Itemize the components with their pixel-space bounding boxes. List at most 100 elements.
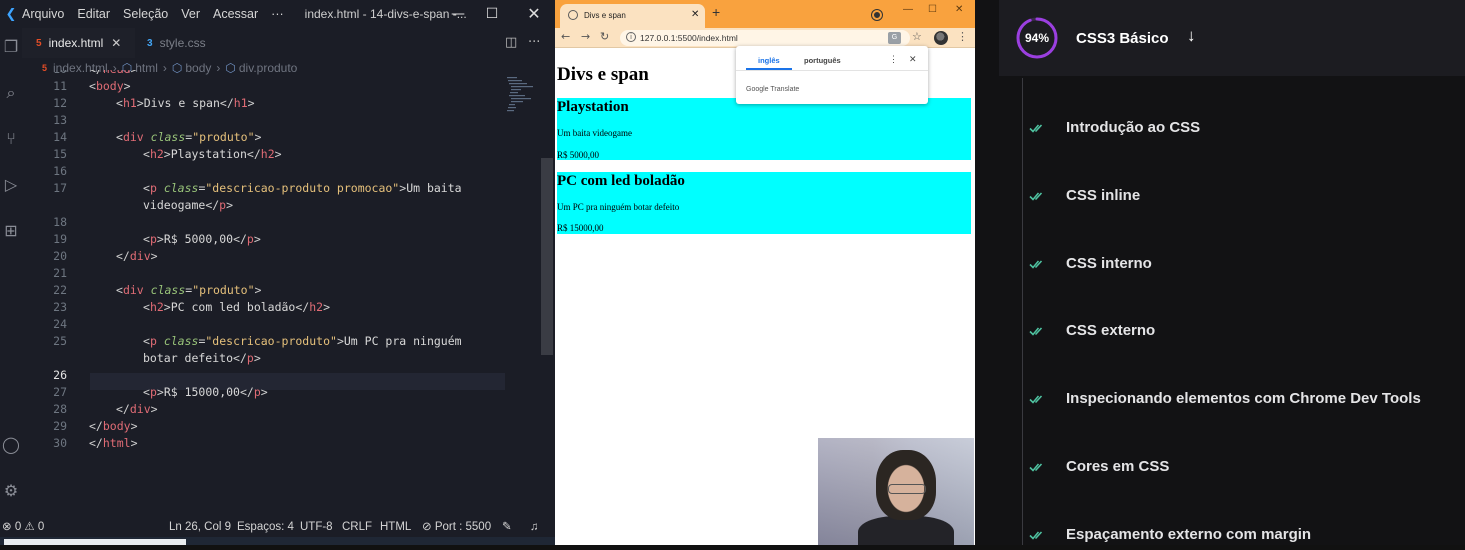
translate-source-language[interactable]: inglês [758, 56, 780, 65]
tab-index-html[interactable]: 5 index.html ✕ [22, 28, 135, 58]
code-line[interactable]: 29 </body> [22, 418, 502, 435]
translate-options-icon[interactable]: ⋮ [889, 54, 898, 65]
code-text: <h2>PC com led boladão</h2> [143, 300, 331, 314]
menu-ver[interactable]: Ver [181, 7, 200, 21]
lesson-item[interactable]: Inspecionando elementos com Chrome Dev T… [999, 384, 1465, 414]
code-text: <p>R$ 15000,00</p> [143, 385, 268, 399]
code-line[interactable]: videogame</p> [22, 197, 502, 214]
menu-selecao[interactable]: Seleção [123, 7, 168, 21]
feedback-icon[interactable]: ✎ [502, 518, 512, 536]
webcam-overlay [818, 438, 974, 545]
menu-editar[interactable]: Editar [77, 7, 110, 21]
code-line[interactable]: 15 <h2>Playstation</h2> [22, 146, 502, 163]
code-editor[interactable]: 10</head>11<body>12<h1>Divs e span</h1>1… [22, 70, 540, 518]
code-line[interactable]: 16 [22, 163, 502, 180]
code-line[interactable]: 22 <div class="produto"> [22, 282, 502, 299]
code-line[interactable]: 20 </div> [22, 248, 502, 265]
more-actions-icon[interactable]: ··· [528, 28, 540, 58]
code-line[interactable]: 24 [22, 316, 502, 333]
code-line[interactable]: 12 <h1>Divs e span</h1> [22, 95, 502, 112]
menu-acessar[interactable]: Acessar [213, 7, 258, 21]
recording-icon[interactable] [872, 10, 882, 20]
split-editor-icon[interactable]: ◫ [505, 28, 517, 58]
profile-avatar[interactable] [934, 31, 948, 45]
course-title: CSS3 Básico [1076, 30, 1169, 47]
close-window-icon[interactable]: ✕ [516, 0, 552, 28]
translate-icon[interactable]: G [888, 32, 901, 44]
live-server-port[interactable]: ⊘ Port : 5500 [422, 518, 491, 536]
source-control-icon[interactable]: ⑂ [0, 124, 22, 154]
account-icon[interactable]: ◯ [0, 430, 22, 460]
code-line[interactable]: 19 <p>R$ 5000,00</p> [22, 231, 502, 248]
course-header[interactable]: 94% CSS3 Básico ↓ [999, 0, 1465, 76]
product-price: R$ 15000,00 [557, 223, 604, 233]
lesson-item[interactable]: Espaçamento externo com margin [999, 520, 1465, 550]
maximize-icon[interactable]: ☐ [928, 4, 937, 15]
code-line[interactable]: 18 [22, 214, 502, 231]
chrome-menu-icon[interactable]: ⋮ [957, 30, 968, 43]
line-number: 27 [53, 385, 67, 399]
arrow-down-icon[interactable]: ↓ [1187, 26, 1196, 46]
code-line[interactable]: 28 </div> [22, 401, 502, 418]
close-tab-icon[interactable]: ✕ [111, 36, 121, 50]
line-number: 10 [22, 70, 67, 78]
translate-target-language[interactable]: português [804, 56, 841, 65]
code-line[interactable]: 17 <p class="descricao-produto promocao">… [22, 180, 502, 197]
line-ending[interactable]: CRLF [342, 518, 372, 536]
code-line[interactable]: botar defeito</p> [22, 350, 502, 367]
minimap[interactable] [505, 75, 541, 125]
lesson-item[interactable]: CSS inline [999, 181, 1465, 211]
minimize-icon[interactable]: — [440, 0, 476, 28]
new-tab-plus-icon[interactable]: + [712, 4, 720, 20]
lesson-item[interactable]: CSS interno [999, 249, 1465, 279]
code-line[interactable]: 25 <p class="descricao-produto">Um PC pra… [22, 333, 502, 350]
tab-style-css[interactable]: 3 style.css [135, 28, 235, 58]
browser-tab[interactable]: Divs e span ✕ [560, 4, 705, 28]
explorer-icon[interactable]: ❐ [0, 32, 22, 62]
search-icon[interactable]: ⌕ [0, 78, 22, 108]
webcam-presenter-body [858, 516, 954, 545]
extensions-icon[interactable]: ⊞ [0, 216, 22, 246]
problems-indicator[interactable]: ⊗ 0 ⚠ 0 [2, 518, 44, 536]
close-popup-icon[interactable]: ✕ [909, 54, 917, 65]
indentation[interactable]: Espaços: 4 [237, 518, 294, 536]
code-line[interactable]: 11 <body> [22, 78, 502, 95]
product-title: Playstation [557, 99, 629, 115]
maximize-icon[interactable]: ☐ [474, 0, 510, 28]
forward-arrow-icon[interactable]: → [581, 30, 590, 43]
settings-gear-icon[interactable]: ⚙ [0, 476, 22, 506]
encoding[interactable]: UTF-8 [300, 518, 333, 536]
code-line[interactable]: 21 [22, 265, 502, 282]
line-number: 24 [53, 317, 67, 331]
notifications-bell-icon[interactable]: ♫ [530, 518, 539, 536]
double-check-icon [1029, 260, 1043, 269]
close-tab-icon[interactable]: ✕ [691, 9, 699, 20]
code-line[interactable]: 30 </html> [22, 435, 502, 452]
bookmark-star-icon[interactable]: ☆ [912, 30, 922, 43]
minimize-icon[interactable]: — [903, 4, 913, 15]
code-line[interactable]: 23 <h2>PC com led boladão</h2> [22, 299, 502, 316]
language-mode[interactable]: HTML [380, 518, 411, 536]
address-bar[interactable]: i 127.0.0.1:5500/index.html G [620, 30, 910, 46]
editor-scrollbar[interactable] [541, 158, 553, 355]
taskbar-search[interactable] [4, 539, 186, 545]
code-line[interactable]: 10 </head> [22, 70, 502, 78]
code-line[interactable]: 26 [22, 367, 502, 384]
code-line[interactable]: 13 [22, 112, 502, 129]
double-check-icon [1029, 124, 1043, 133]
site-info-icon[interactable]: i [626, 32, 636, 42]
lesson-item[interactable]: CSS externo [999, 316, 1465, 346]
run-debug-icon[interactable]: ▷ [0, 170, 22, 200]
cursor-position[interactable]: Ln 26, Col 9 [169, 518, 231, 536]
lesson-item[interactable]: Introdução ao CSS [999, 113, 1465, 143]
code-line[interactable]: 27 <p>R$ 15000,00</p> [22, 384, 502, 401]
line-number: 30 [53, 436, 67, 450]
lesson-item[interactable]: Cores em CSS [999, 452, 1465, 482]
reload-icon[interactable]: ↻ [600, 30, 609, 43]
lesson-title: CSS externo [1066, 322, 1156, 339]
close-window-icon[interactable]: ✕ [955, 4, 963, 15]
menu-arquivo[interactable]: Arquivo [22, 7, 64, 21]
code-line[interactable]: 14 <div class="produto"> [22, 129, 502, 146]
back-arrow-icon[interactable]: ← [561, 30, 570, 43]
menu-more[interactable]: ··· [271, 7, 284, 21]
